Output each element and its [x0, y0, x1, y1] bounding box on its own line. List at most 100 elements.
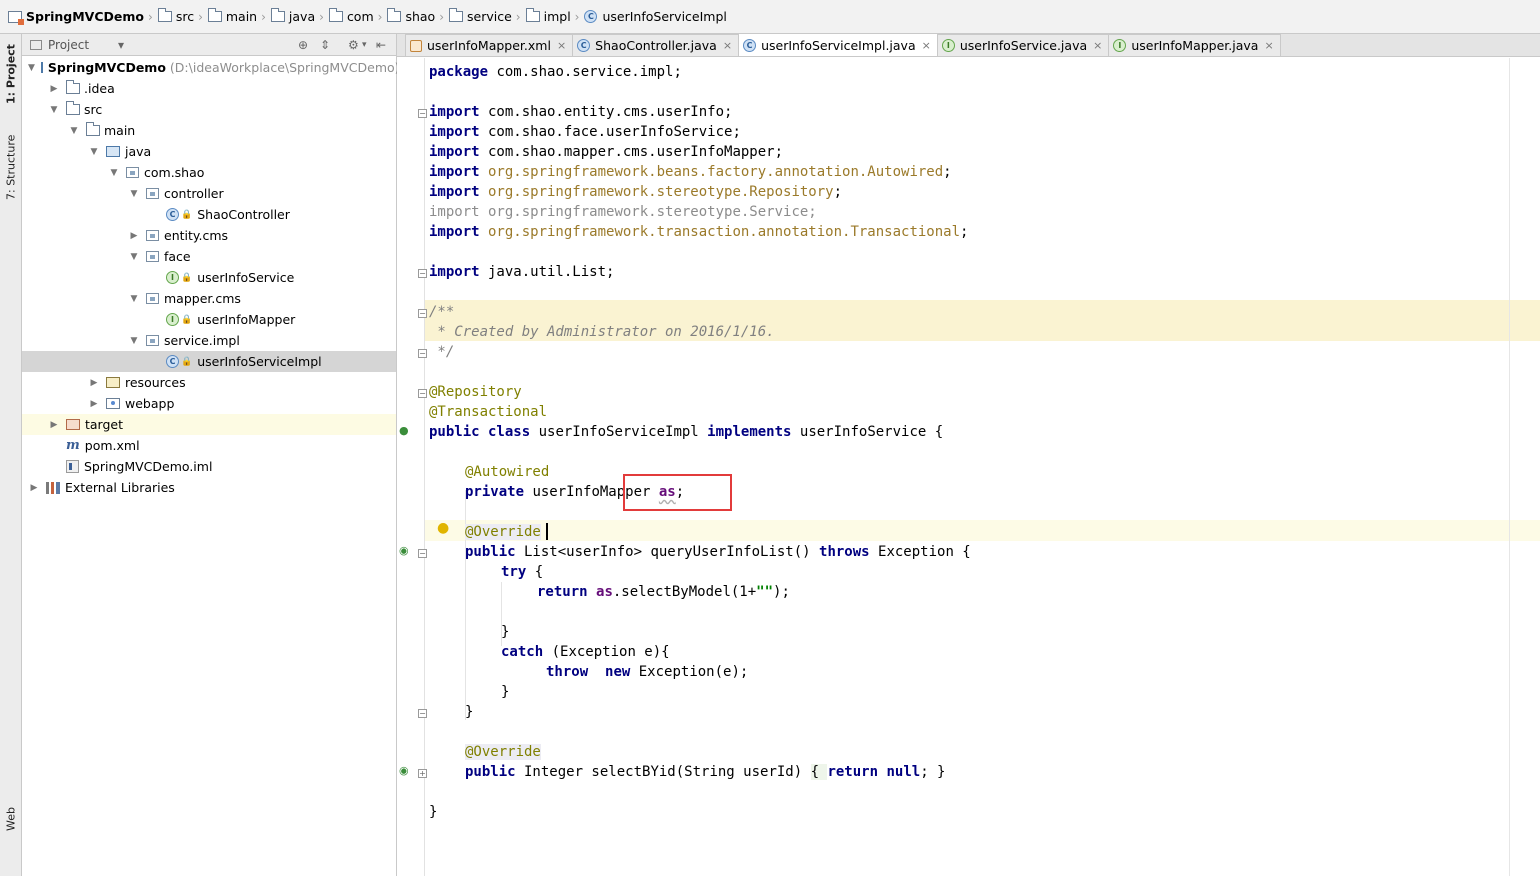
fold-comment-end-icon[interactable]: −: [418, 349, 427, 358]
close-icon[interactable]: ×: [922, 39, 931, 52]
code-annotation-repository: @Repository: [429, 384, 522, 400]
collapse-arrow-icon[interactable]: ▶: [48, 420, 60, 430]
code-editor[interactable]: package com.shao.service.impl; import co…: [397, 58, 1540, 876]
chevron-right-icon: ›: [148, 9, 153, 24]
close-icon[interactable]: ×: [557, 39, 566, 52]
locate-icon[interactable]: ⊕: [298, 38, 308, 52]
breadcrumb-item[interactable]: SpringMVCDemo: [8, 0, 144, 34]
folder-icon: [86, 122, 100, 136]
collapse-arrow-icon[interactable]: ▶: [88, 378, 100, 388]
collapse-arrow-icon[interactable]: ▶: [88, 399, 100, 409]
tree-item[interactable]: ▼ src: [22, 99, 396, 120]
tree-item[interactable]: ▼ com.shao: [22, 162, 396, 183]
tree-item-label: SpringMVCDemo: [47, 60, 166, 75]
chevron-right-icon: ›: [515, 9, 521, 24]
tab-structure-tool[interactable]: 7: Structure: [0, 126, 22, 208]
expand-arrow-icon[interactable]: ▼: [128, 294, 140, 304]
fold-method-icon[interactable]: −: [418, 549, 427, 558]
editor-tab[interactable]: C ShaoController.java ×: [572, 34, 740, 56]
breadcrumb-item[interactable]: com: [328, 0, 374, 34]
code-import-line: import com.shao.entity.cms.userInfo;: [429, 104, 733, 120]
breadcrumb-item[interactable]: src: [157, 0, 195, 34]
editor-tab[interactable]: CuserInfoServiceImpl.java ×: [738, 33, 938, 56]
code-class-close: }: [429, 804, 438, 820]
breadcrumb-item[interactable]: main: [207, 0, 257, 34]
breadcrumb-item[interactable]: shao: [387, 0, 435, 34]
class-icon: C: [577, 39, 591, 52]
resources-folder-icon: [106, 377, 120, 388]
tree-item[interactable]: ▶ resources: [22, 372, 396, 393]
folder-icon: [387, 8, 402, 22]
gear-icon[interactable]: ⚙: [348, 38, 359, 52]
tree-item[interactable]: C 🔒 userInfoServiceImpl: [22, 351, 396, 372]
gear-dropdown-icon[interactable]: ▾: [362, 40, 367, 50]
chevron-right-icon: ›: [198, 9, 203, 24]
tree-item[interactable]: ▼ mapper.cms: [22, 288, 396, 309]
tree-item[interactable]: ▼ service.impl: [22, 330, 396, 351]
implements-interface-icon[interactable]: ●: [399, 424, 409, 437]
fold-class-icon[interactable]: −: [418, 389, 427, 398]
folder-icon: [525, 8, 540, 22]
collapse-arrow-icon[interactable]: ▶: [128, 231, 140, 241]
project-panel-title[interactable]: Project: [48, 38, 89, 52]
breadcrumb-item[interactable]: java: [270, 0, 315, 34]
tree-item[interactable]: ▶ webapp: [22, 393, 396, 414]
dropdown-chevron-icon[interactable]: ▾: [118, 38, 124, 52]
collapse-arrow-icon[interactable]: ▶: [48, 84, 60, 94]
tab-project-tool[interactable]: 1: Project: [0, 38, 22, 110]
text-caret: [546, 523, 548, 540]
fold-comment-icon[interactable]: −: [418, 309, 427, 318]
chevron-right-icon: ›: [319, 9, 324, 24]
highlight-box: [623, 474, 732, 511]
tree-item[interactable]: ▶ .idea: [22, 78, 396, 99]
expand-arrow-icon[interactable]: ▼: [88, 147, 100, 157]
tree-item[interactable]: m pom.xml: [22, 435, 396, 456]
tab-web-tool[interactable]: Web: [0, 802, 22, 836]
interface-icon: I: [166, 313, 179, 326]
fold-imports-icon[interactable]: −: [418, 109, 427, 118]
fold-method-end-icon[interactable]: −: [418, 709, 427, 718]
expand-arrow-icon[interactable]: ▼: [68, 126, 80, 136]
lightbulb-icon[interactable]: ●: [437, 520, 449, 536]
close-icon[interactable]: ×: [1093, 39, 1102, 52]
editor-tab[interactable]: IuserInfoMapper.java ×: [1108, 34, 1281, 56]
expand-arrow-icon[interactable]: ▼: [128, 189, 140, 199]
breadcrumb-label: src: [175, 9, 195, 24]
breadcrumb-item[interactable]: service: [449, 0, 512, 34]
tree-item[interactable]: SpringMVCDemo.iml: [22, 456, 396, 477]
code-annotation-transactional: @Transactional: [429, 404, 548, 420]
code-annotation-autowired: @Autowired: [465, 464, 550, 480]
breadcrumb-item[interactable]: impl: [525, 0, 571, 34]
collapse-arrow-icon[interactable]: ▶: [28, 483, 40, 493]
collapse-all-icon[interactable]: ⇕: [320, 38, 330, 52]
tree-item[interactable]: I 🔒 userInfoMapper: [22, 309, 396, 330]
close-icon[interactable]: ×: [1264, 39, 1273, 52]
tree-item[interactable]: C 🔒 ShaoController: [22, 204, 396, 225]
code-import-line: import org.springframework.stereotype.Se…: [429, 204, 817, 220]
override-method-icon[interactable]: ◉: [399, 544, 409, 557]
tree-item[interactable]: ▼ controller: [22, 183, 396, 204]
tree-item[interactable]: ▶ target: [22, 414, 396, 435]
expand-method-icon[interactable]: +: [418, 769, 427, 778]
tree-item[interactable]: ▼ main: [22, 120, 396, 141]
code-import-line: import org.springframework.beans.factory…: [429, 164, 952, 180]
tree-item[interactable]: I 🔒 userInfoService: [22, 267, 396, 288]
tree-item[interactable]: ▼ java: [22, 141, 396, 162]
expand-arrow-icon[interactable]: ▼: [108, 168, 120, 178]
tree-item[interactable]: ▼ SpringMVCDemo (D:\ideaWorkplace\SpringMV…: [22, 57, 400, 78]
tree-item[interactable]: ▶ entity.cms: [22, 225, 396, 246]
xml-icon: [410, 39, 422, 52]
tree-item[interactable]: ▼ face: [22, 246, 396, 267]
tree-item[interactable]: ▶ External Libraries: [22, 477, 396, 498]
breadcrumb-item[interactable]: CuserInfoServiceImpl: [584, 0, 727, 34]
editor-tab[interactable]: IuserInfoService.java ×: [936, 34, 1110, 56]
expand-arrow-icon[interactable]: ▼: [48, 105, 60, 115]
expand-arrow-icon[interactable]: ▼: [28, 63, 35, 73]
fold-end-icon[interactable]: −: [418, 269, 427, 278]
close-icon[interactable]: ×: [723, 39, 732, 52]
override-method-icon-2[interactable]: ◉: [399, 764, 409, 777]
hide-panel-icon[interactable]: ⇤: [376, 38, 386, 52]
expand-arrow-icon[interactable]: ▼: [128, 252, 140, 262]
editor-tab[interactable]: userInfoMapper.xml ×: [405, 34, 574, 56]
expand-arrow-icon[interactable]: ▼: [128, 336, 140, 346]
